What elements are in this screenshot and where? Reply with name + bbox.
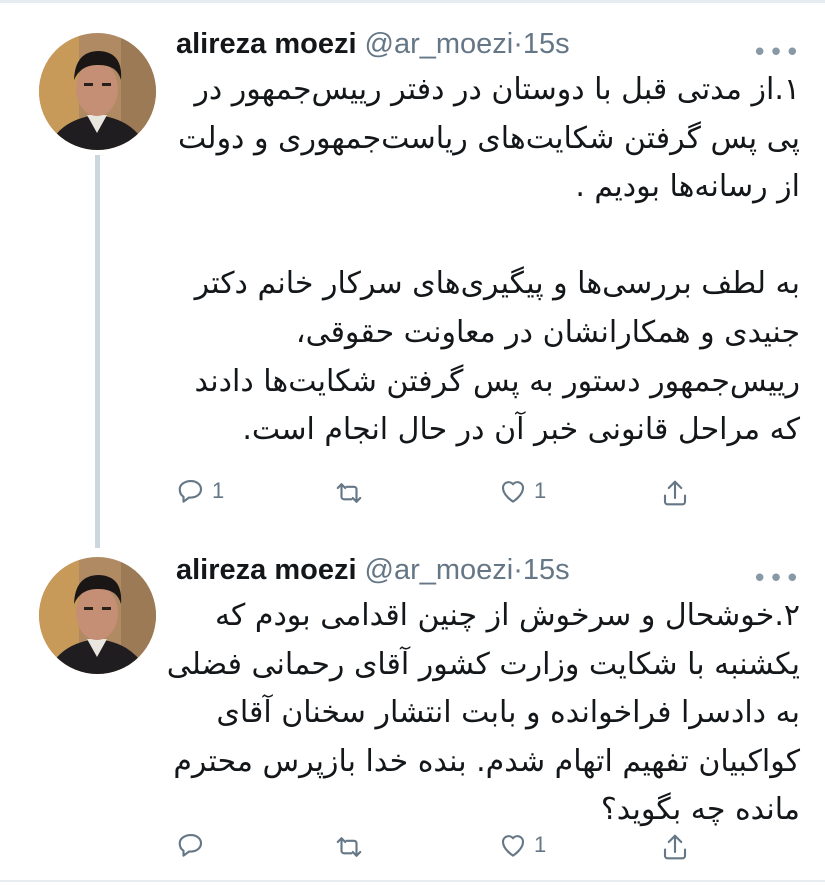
retweet-button[interactable] — [333, 832, 371, 862]
reply-button[interactable] — [176, 830, 212, 860]
retweet-icon — [333, 832, 365, 862]
share-icon — [660, 478, 690, 508]
reply-icon — [176, 476, 206, 506]
author-handle[interactable]: @ar_moezi — [365, 554, 514, 586]
tweet-header: alireza moezi @ar_moezi·15s — [176, 26, 570, 61]
like-icon — [498, 830, 528, 860]
more-options-icon[interactable]: ••• — [752, 564, 801, 594]
tweet-text: ۲.خوشحال و سرخوش از چنین اقدامی بودم که … — [160, 592, 800, 835]
separator: · — [513, 554, 523, 586]
timestamp[interactable]: 15s — [523, 554, 570, 586]
more-options-icon[interactable]: ••• — [752, 38, 801, 68]
share-button[interactable] — [660, 478, 690, 508]
like-count: 1 — [534, 832, 547, 857]
tweet-paragraph: ۲.خوشحال و سرخوش از چنین اقدامی بودم که … — [166, 598, 800, 828]
like-button[interactable]: 1 — [498, 476, 546, 506]
share-icon — [660, 832, 690, 862]
share-button[interactable] — [660, 832, 690, 862]
like-button[interactable]: 1 — [498, 830, 546, 860]
tweet-paragraph: به لطف بررسی‌ها و پیگیری‌های سرکار خانم … — [194, 266, 800, 448]
author-name[interactable]: alireza moezi — [176, 554, 357, 586]
reply-count: 1 — [212, 478, 225, 503]
author-handle[interactable]: @ar_moezi — [365, 28, 514, 60]
avatar[interactable] — [39, 557, 156, 674]
tweet-header: alireza moezi @ar_moezi·15s — [176, 552, 570, 587]
retweet-button[interactable] — [333, 478, 371, 508]
like-count: 1 — [534, 478, 547, 503]
avatar[interactable] — [39, 33, 156, 150]
timestamp[interactable]: 15s — [523, 28, 570, 60]
tweet-actions: 1 — [0, 830, 825, 870]
tweet-paragraph: ۱.از مدتی قبل با دوستان در دفتر رییس‌جمه… — [177, 72, 800, 205]
reply-button[interactable]: 1 — [176, 476, 224, 506]
like-icon — [498, 476, 528, 506]
tweet-text: ۱.از مدتی قبل با دوستان در دفتر رییس‌جمه… — [160, 66, 800, 455]
top-divider — [0, 0, 825, 3]
retweet-icon — [333, 478, 365, 508]
author-name[interactable]: alireza moezi — [176, 28, 357, 60]
bottom-divider — [0, 880, 825, 882]
separator: · — [513, 28, 523, 60]
tweet-actions: 1 1 — [0, 476, 825, 516]
reply-icon — [176, 830, 206, 860]
